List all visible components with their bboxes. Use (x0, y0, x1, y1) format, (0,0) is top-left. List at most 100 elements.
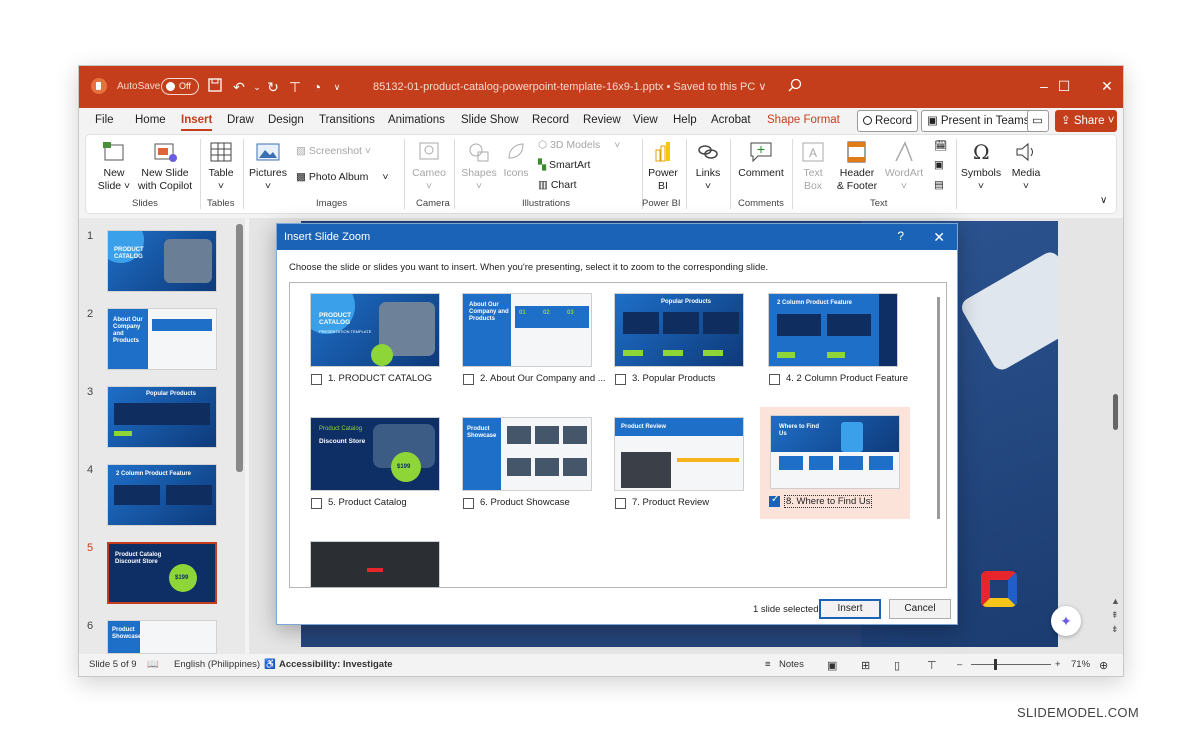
text-box-button[interactable]: A Text Box (798, 140, 828, 193)
media-button[interactable]: Media ˅ (1006, 140, 1046, 193)
tab-insert[interactable]: Insert (181, 114, 213, 131)
symbols-button[interactable]: Ω Symbols ˅ (958, 140, 1004, 193)
cameo-button[interactable]: Cameo ˅ (410, 140, 448, 193)
thumbnail-slide-2[interactable]: About Our Company and Products (107, 308, 217, 370)
tab-record[interactable]: Record (532, 114, 569, 126)
comments-button[interactable]: ▭ (1027, 110, 1049, 132)
icons-button[interactable]: Icons (500, 140, 532, 180)
tab-animations[interactable]: Animations (388, 114, 445, 126)
chart-button[interactable]: ▥ Chart (538, 179, 577, 191)
comment-button[interactable]: Comment (736, 140, 786, 180)
slide-checkbox[interactable] (311, 498, 322, 509)
insert-button[interactable]: Insert (819, 599, 881, 619)
slide-sorter-icon[interactable]: ⊞ (861, 659, 870, 672)
slide-number-icon[interactable]: ▣ (934, 159, 944, 171)
tab-transitions[interactable]: Transitions (319, 114, 375, 126)
thumbnail-slide-1[interactable]: PRODUCT CATALOG (107, 230, 217, 292)
maximize-icon[interactable]: ☐ (1054, 78, 1074, 95)
copilot-icon[interactable]: ✦ (1051, 606, 1081, 636)
wordart-button[interactable]: WordArt ˅ (882, 140, 926, 193)
present-in-teams-button[interactable]: ▣ Present in Teams (921, 110, 1036, 132)
object-icon[interactable]: ▤ (934, 179, 944, 191)
notes-icon[interactable]: ≡ (765, 659, 771, 670)
document-title[interactable]: 85132-01-product-catalog-powerpoint-temp… (373, 80, 766, 93)
cancel-button[interactable]: Cancel (889, 599, 951, 619)
collapse-ribbon-icon[interactable]: ∨ (1100, 195, 1107, 206)
help-button[interactable]: ? (897, 229, 904, 243)
redo-icon[interactable]: ↻ (263, 77, 283, 97)
slide-option-6[interactable]: Product Showcase 6. Product Showcase (456, 411, 598, 527)
slide-option-3[interactable]: Popular Products 3. Popular Products (608, 287, 750, 403)
normal-view-icon[interactable]: ▣ (827, 659, 837, 672)
accessibility-icon[interactable]: ♿ (264, 659, 276, 670)
slide-option-5[interactable]: Product Catalog Discount Store $199 5. P… (304, 411, 446, 527)
slide-checkbox[interactable] (463, 498, 474, 509)
reading-view-icon[interactable]: ▯ (894, 659, 900, 672)
tab-shape-format[interactable]: Shape Format (767, 114, 840, 126)
next-slide-icon[interactable]: ⇟ (1111, 624, 1119, 635)
accessibility-status[interactable]: Accessibility: Investigate (279, 659, 393, 670)
slide-checkbox[interactable] (463, 374, 474, 385)
slide-checkbox[interactable] (615, 498, 626, 509)
smartart-button[interactable]: ▚ SmartArt (538, 159, 590, 171)
slide-option-1[interactable]: PRODUCT CATALOG PRESENTATION TEMPLATE 1.… (304, 287, 446, 403)
thumbnail-slide-4[interactable]: 2 Column Product Feature (107, 464, 217, 526)
dialog-grid-scrollbar[interactable] (937, 297, 940, 519)
tab-design[interactable]: Design (268, 114, 304, 126)
thumbnail-slide-5[interactable]: Product Catalog Discount Store $199 (107, 542, 217, 604)
fit-to-window-icon[interactable]: ⊕ (1099, 659, 1108, 672)
header-footer-button[interactable]: Header & Footer (834, 140, 880, 193)
slideshow-icon[interactable]: ⊤ (927, 659, 937, 672)
thumbnail-slide-6[interactable]: Product Showcase (107, 620, 217, 654)
thumbnail-slide-3[interactable]: Popular Products (107, 386, 217, 448)
tab-slide-show[interactable]: Slide Show (461, 114, 519, 126)
pictures-button[interactable]: Pictures ˅ (248, 140, 288, 193)
3d-models-button[interactable]: ⬡ 3D Models ˅ (538, 139, 620, 151)
slide-checkbox[interactable] (615, 374, 626, 385)
date-time-icon[interactable]: 🗓 (934, 139, 947, 152)
spelling-check-icon[interactable]: 📖 (147, 659, 159, 670)
slide-checkbox[interactable] (769, 374, 780, 385)
share-button[interactable]: ⇪ Share ˅ (1055, 110, 1117, 132)
links-button[interactable]: Links ˅ (690, 140, 726, 193)
close-window-icon[interactable]: ✕ (1097, 78, 1117, 95)
slide-counter[interactable]: Slide 5 of 9 (89, 659, 137, 670)
power-bi-button[interactable]: Power BI (644, 140, 682, 193)
tab-draw[interactable]: Draw (227, 114, 254, 126)
zoom-slider-track[interactable] (971, 664, 1051, 665)
tab-acrobat[interactable]: Acrobat (711, 114, 751, 126)
table-button[interactable]: Table ˅ (204, 140, 238, 193)
autosave-toggle[interactable]: Off (161, 78, 199, 95)
record-button[interactable]: Record (857, 110, 919, 132)
screenshot-button[interactable]: ▨ Screenshot ˅ (296, 145, 371, 157)
tab-help[interactable]: Help (673, 114, 697, 126)
shapes-button[interactable]: Shapes ˅ (460, 140, 498, 193)
language-indicator[interactable]: English (Philippines) (174, 659, 260, 670)
scroll-up-arrow-icon[interactable]: ▲ (1111, 596, 1120, 606)
slide-option-2[interactable]: About Our Company and Products 01 02 03 … (456, 287, 606, 403)
tab-review[interactable]: Review (583, 114, 621, 126)
close-dialog-icon[interactable]: ✕ (933, 229, 945, 246)
canvas-scrollbar[interactable] (1113, 394, 1118, 430)
qat-customize-icon[interactable]: ∨ (327, 77, 347, 97)
minimize-icon[interactable]: – (1034, 78, 1054, 94)
photo-album-button[interactable]: ▩ Photo Album ˅ (296, 171, 389, 183)
zoom-out-icon[interactable]: – (957, 659, 962, 670)
zoom-level[interactable]: 71% (1071, 659, 1090, 670)
slide-option-4[interactable]: 2 Column Product Feature 4. 2 Column Pro… (762, 287, 908, 403)
undo-icon[interactable]: ↶ (229, 77, 249, 97)
slide-option-7[interactable]: Product Review 7. Product Review (608, 411, 750, 527)
shapes-quick-icon[interactable]: ◔ (307, 77, 327, 97)
slide-option-8[interactable]: Where to Find Us 8. Where to Find Us (760, 407, 910, 519)
thumbnail-scrollbar[interactable] (236, 224, 243, 472)
tab-view[interactable]: View (633, 114, 658, 126)
zoom-in-icon[interactable]: + (1055, 659, 1061, 670)
save-icon[interactable] (205, 77, 225, 97)
slide-checkbox[interactable] (311, 374, 322, 385)
slide-checkbox[interactable] (769, 494, 780, 507)
pin-icon[interactable]: ⊤ (285, 77, 305, 97)
prev-slide-icon[interactable]: ⇞ (1111, 610, 1119, 621)
slide-option-9[interactable] (304, 535, 446, 587)
tab-home[interactable]: Home (135, 114, 166, 126)
search-icon[interactable] (785, 77, 805, 97)
